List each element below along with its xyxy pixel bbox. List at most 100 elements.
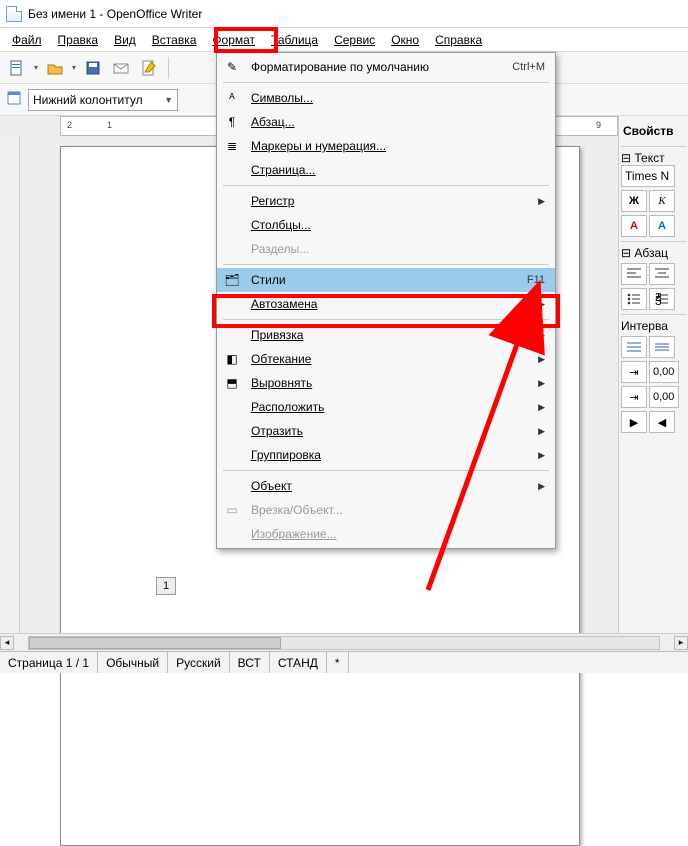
- statusbar: Страница 1 / 1 Обычный Русский ВСТ СТАНД…: [0, 651, 688, 673]
- decrease-indent-button[interactable]: ◀: [649, 411, 675, 433]
- horizontal-scrollbar[interactable]: ◂ ▸: [0, 633, 688, 651]
- menuitem-align[interactable]: ⬒ Выровнять ▶: [217, 371, 555, 395]
- menuitem-default-formatting[interactable]: ✎ Форматирование по умолчанию Ctrl+M: [217, 55, 555, 79]
- status-page[interactable]: Страница 1 / 1: [0, 652, 98, 673]
- scroll-thumb[interactable]: [29, 637, 281, 649]
- menuitem-autocorrect[interactable]: Автозамена ▶: [217, 292, 555, 316]
- menu-separator: [223, 82, 549, 83]
- menuitem-flip[interactable]: Отразить ▶: [217, 419, 555, 443]
- menu-separator: [223, 470, 549, 471]
- paragraph-style-value: Нижний колонтитул: [33, 93, 143, 107]
- decrease-spacing-button[interactable]: [649, 336, 675, 358]
- paragraph-section-header[interactable]: ⊟ Абзац: [621, 246, 686, 260]
- spacing-section-header[interactable]: Интерва: [621, 319, 686, 333]
- indent-below-icon[interactable]: ⇥: [621, 386, 647, 408]
- increase-spacing-button[interactable]: [621, 336, 647, 358]
- menu-separator: [223, 319, 549, 320]
- menu-edit[interactable]: Правка: [52, 31, 105, 49]
- menuitem-case[interactable]: Регистр ▶: [217, 189, 555, 213]
- email-button[interactable]: [110, 57, 132, 79]
- status-language[interactable]: Русский: [168, 652, 230, 673]
- scroll-left-button[interactable]: ◂: [0, 636, 14, 650]
- text-section-header[interactable]: ⊟ Текст: [621, 151, 686, 165]
- menu-view[interactable]: Вид: [108, 31, 142, 49]
- menu-separator: [223, 185, 549, 186]
- menuitem-sections: Разделы...: [217, 237, 555, 261]
- new-doc-button[interactable]: [6, 57, 28, 79]
- submenu-arrow-icon: ▶: [538, 402, 545, 413]
- menu-table[interactable]: Таблица: [265, 31, 324, 49]
- app-doc-icon: [6, 6, 22, 22]
- submenu-arrow-icon: ▶: [538, 196, 545, 207]
- font-name-dropdown[interactable]: Times N: [621, 165, 675, 187]
- ruler-tick-neg2: 2: [67, 120, 72, 130]
- ruler-tick-9: 9: [596, 120, 601, 130]
- menuitem-page[interactable]: Страница...: [217, 158, 555, 182]
- bullets-button[interactable]: [621, 288, 647, 310]
- menuitem-columns[interactable]: Столбцы...: [217, 213, 555, 237]
- properties-header: Свойств: [621, 120, 686, 142]
- window-title: Без имени 1 - OpenOffice Writer: [28, 7, 202, 21]
- paragraph-style-dropdown[interactable]: Нижний колонтитул ▼: [28, 89, 178, 111]
- frame-icon: ▭: [221, 501, 243, 519]
- spacing-below-input[interactable]: 0,00: [649, 386, 679, 408]
- align-center-button[interactable]: [649, 263, 675, 285]
- align-left-button[interactable]: [621, 263, 647, 285]
- menuitem-arrange[interactable]: Расположить ▶: [217, 395, 555, 419]
- menu-help[interactable]: Справка: [429, 31, 488, 49]
- menubar: Файл Правка Вид Вставка Формат Таблица С…: [0, 28, 688, 52]
- open-button[interactable]: [44, 57, 66, 79]
- page-number-field[interactable]: 1: [156, 577, 176, 595]
- list-icon: ≣: [221, 137, 243, 155]
- menuitem-characters[interactable]: ᴬ Символы...: [217, 86, 555, 110]
- vertical-ruler[interactable]: [0, 136, 20, 633]
- increase-indent-button[interactable]: ▶: [621, 411, 647, 433]
- menu-window[interactable]: Окно: [385, 31, 425, 49]
- clear-format-icon: ✎: [221, 58, 243, 76]
- edit-doc-button[interactable]: [138, 57, 160, 79]
- menuitem-anchor[interactable]: Привязка ▶: [217, 323, 555, 347]
- menu-separator: [223, 264, 549, 265]
- menuitem-styles[interactable]: 🗂 Стили F11: [217, 268, 555, 292]
- menuitem-bullets[interactable]: ≣ Маркеры и нумерация...: [217, 134, 555, 158]
- styles-icon: 🗂: [221, 271, 243, 289]
- scroll-track[interactable]: [28, 636, 660, 650]
- ruler-tick-neg1: 1: [107, 120, 112, 130]
- menu-tools[interactable]: Сервис: [328, 31, 381, 49]
- submenu-arrow-icon: ▶: [538, 450, 545, 461]
- submenu-arrow-icon: ▶: [538, 378, 545, 389]
- status-insert-mode[interactable]: ВСТ: [230, 652, 270, 673]
- status-selection-mode[interactable]: СТАНД: [270, 652, 327, 673]
- menuitem-frame: ▭ Врезка/Объект...: [217, 498, 555, 522]
- format-dropdown: ✎ Форматирование по умолчанию Ctrl+M ᴬ С…: [216, 52, 556, 549]
- styles-window-button[interactable]: [6, 90, 22, 109]
- status-style[interactable]: Обычный: [98, 652, 168, 673]
- shortcut-label: F11: [527, 274, 545, 286]
- menu-format[interactable]: Формат: [206, 31, 261, 49]
- paragraph-icon: ¶: [221, 113, 243, 131]
- status-modified[interactable]: *: [327, 652, 349, 673]
- bold-button[interactable]: Ж: [621, 190, 647, 212]
- menuitem-object[interactable]: Объект ▶: [217, 474, 555, 498]
- save-button[interactable]: [82, 57, 104, 79]
- submenu-arrow-icon: ▶: [538, 299, 545, 310]
- font-color-button[interactable]: A: [621, 215, 647, 237]
- properties-panel: Свойств ⊟ Текст Times N Ж К A A ⊟ Абзац …: [618, 116, 688, 633]
- submenu-arrow-icon: ▶: [538, 354, 545, 365]
- character-icon: ᴬ: [221, 89, 243, 107]
- titlebar: Без имени 1 - OpenOffice Writer: [0, 0, 688, 28]
- wrap-icon: ◧: [221, 350, 243, 368]
- italic-button[interactable]: К: [649, 190, 675, 212]
- menuitem-paragraph[interactable]: ¶ Абзац...: [217, 110, 555, 134]
- menuitem-group[interactable]: Группировка ▶: [217, 443, 555, 467]
- menuitem-wrap[interactable]: ◧ Обтекание ▶: [217, 347, 555, 371]
- indent-above-icon[interactable]: ⇥: [621, 361, 647, 383]
- spacing-above-input[interactable]: 0,00: [649, 361, 679, 383]
- chevron-down-icon: ▼: [164, 95, 173, 105]
- numbering-button[interactable]: 123: [649, 288, 675, 310]
- scroll-right-button[interactable]: ▸: [674, 636, 688, 650]
- menu-insert[interactable]: Вставка: [146, 31, 203, 49]
- submenu-arrow-icon: ▶: [538, 330, 545, 341]
- menu-file[interactable]: Файл: [6, 31, 48, 49]
- highlight-color-button[interactable]: A: [649, 215, 675, 237]
